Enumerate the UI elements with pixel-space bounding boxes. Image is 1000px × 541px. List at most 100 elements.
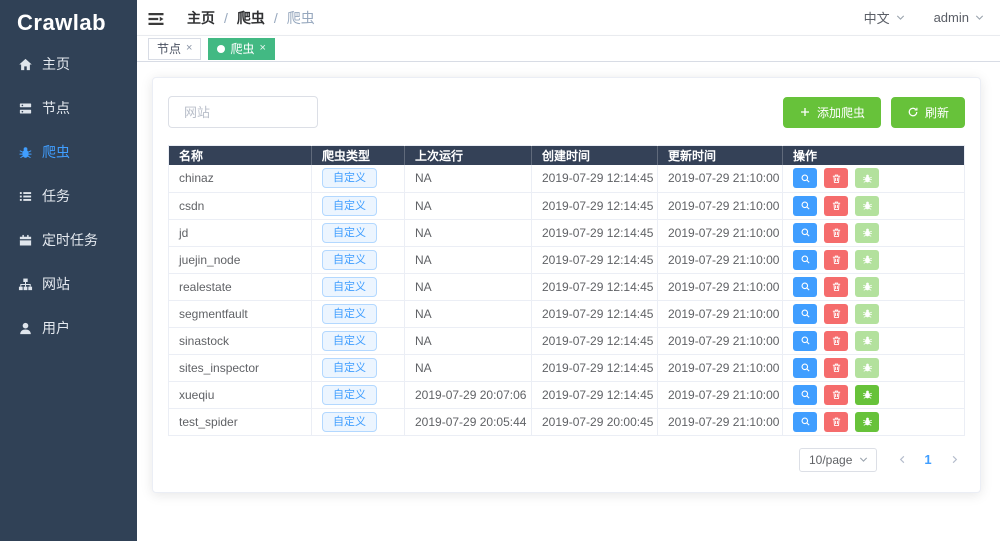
delete-spider-button[interactable] [824,331,848,351]
table-row: test_spider 自定义 2019-07-29 20:05:44 2019… [169,408,965,435]
updated-value: 2019-07-29 21:10:00 [668,334,779,348]
tab-spiders[interactable]: 爬虫 × [208,38,274,60]
bug-icon [862,308,873,319]
created-value: 2019-07-29 12:14:45 [542,226,653,240]
view-spider-button[interactable] [793,223,817,243]
updated-cell: 2019-07-29 21:10:00 [658,219,783,246]
delete-spider-button[interactable] [824,168,848,188]
last-run-cell: NA [405,300,532,327]
delete-spider-button[interactable] [824,223,848,243]
close-icon[interactable]: × [259,43,265,54]
spider-type-cell: 自定义 [312,327,405,354]
run-spider-button[interactable] [855,168,879,188]
spider-name: test_spider [179,415,238,429]
run-spider-button[interactable] [855,331,879,351]
sidebar-item-home[interactable]: 主页 [0,42,137,86]
table-row: chinaz 自定义 NA 2019-07-29 12:14:45 2019-0… [169,165,965,192]
run-spider-button[interactable] [855,250,879,270]
spider-name: juejin_node [179,253,240,267]
bug-icon [862,335,873,346]
last-run-cell: 2019-07-29 20:05:44 [405,408,532,435]
run-spider-button[interactable] [855,196,879,216]
page-number[interactable]: 1 [917,452,939,467]
view-spider-button[interactable] [793,250,817,270]
user-menu[interactable]: admin [934,10,985,25]
list-icon [18,189,33,204]
top-header: 主页 / 爬虫 / 爬虫 中文 admin [137,0,1000,36]
page-size-value: 10/page [809,453,852,467]
bug-icon [862,227,873,238]
updated-value: 2019-07-29 21:10:00 [668,226,779,240]
run-spider-button[interactable] [855,385,879,405]
page-size-select[interactable]: 10/page [799,448,877,472]
run-spider-button[interactable] [855,358,879,378]
sidebar-toggle-icon[interactable] [147,10,165,26]
delete-spider-button[interactable] [824,358,848,378]
column-header-actions: 操作 [783,146,965,166]
view-spider-button[interactable] [793,412,817,432]
delete-spider-button[interactable] [824,196,848,216]
created-cell: 2019-07-29 20:00:45 [532,408,658,435]
sidebar-item-spiders[interactable]: 爬虫 [0,130,137,174]
sidebar-item-users[interactable]: 用户 [0,306,137,350]
last-run-value: NA [415,253,432,267]
search-input[interactable] [168,96,318,128]
breadcrumb-spiders[interactable]: 爬虫 [237,8,265,28]
column-header-last-run: 上次运行 [405,146,532,166]
next-page-button[interactable] [943,448,965,472]
view-spider-button[interactable] [793,331,817,351]
created-cell: 2019-07-29 12:14:45 [532,192,658,219]
trash-icon [831,389,842,400]
language-label: 中文 [864,8,890,27]
spider-name-cell: xueqiu [169,381,312,408]
language-selector[interactable]: 中文 [864,8,906,27]
updated-cell: 2019-07-29 21:10:00 [658,408,783,435]
sitemap-icon [18,277,33,292]
prev-page-button[interactable] [891,448,913,472]
tab-nodes[interactable]: 节点 × [148,38,201,60]
run-spider-button[interactable] [855,304,879,324]
sidebar-item-sites[interactable]: 网站 [0,262,137,306]
created-value: 2019-07-29 12:14:45 [542,171,653,185]
sidebar-item-schedules[interactable]: 定时任务 [0,218,137,262]
updated-cell: 2019-07-29 21:10:00 [658,381,783,408]
breadcrumb-current: 爬虫 [287,8,315,28]
column-header-updated: 更新时间 [658,146,783,166]
run-spider-button[interactable] [855,223,879,243]
column-header-created: 创建时间 [532,146,658,166]
delete-spider-button[interactable] [824,304,848,324]
delete-spider-button[interactable] [824,277,848,297]
actions-cell [783,165,965,192]
search-icon [800,254,811,265]
close-icon[interactable]: × [186,43,192,54]
spider-type-tag: 自定义 [322,196,377,216]
search-icon [800,389,811,400]
view-spider-button[interactable] [793,358,817,378]
run-spider-button[interactable] [855,277,879,297]
updated-value: 2019-07-29 21:10:00 [668,280,779,294]
delete-spider-button[interactable] [824,250,848,270]
delete-spider-button[interactable] [824,412,848,432]
view-spider-button[interactable] [793,277,817,297]
view-spider-button[interactable] [793,385,817,405]
view-spider-button[interactable] [793,196,817,216]
last-run-value: 2019-07-29 20:07:06 [415,388,526,402]
view-spider-button[interactable] [793,304,817,324]
spider-type-cell: 自定义 [312,354,405,381]
updated-cell: 2019-07-29 21:10:00 [658,327,783,354]
updated-value: 2019-07-29 21:10:00 [668,388,779,402]
calendar-icon [18,233,33,248]
actions-cell [783,381,965,408]
view-spider-button[interactable] [793,168,817,188]
sidebar-item-tasks[interactable]: 任务 [0,174,137,218]
table-row: sites_inspector 自定义 NA 2019-07-29 12:14:… [169,354,965,381]
breadcrumb-home[interactable]: 主页 [187,8,215,28]
refresh-button[interactable]: 刷新 [891,97,965,128]
actions-cell [783,273,965,300]
spider-type-cell: 自定义 [312,246,405,273]
run-spider-button[interactable] [855,412,879,432]
sidebar-item-nodes[interactable]: 节点 [0,86,137,130]
delete-spider-button[interactable] [824,385,848,405]
search-icon [800,362,811,373]
add-spider-button[interactable]: 添加爬虫 [783,97,881,128]
